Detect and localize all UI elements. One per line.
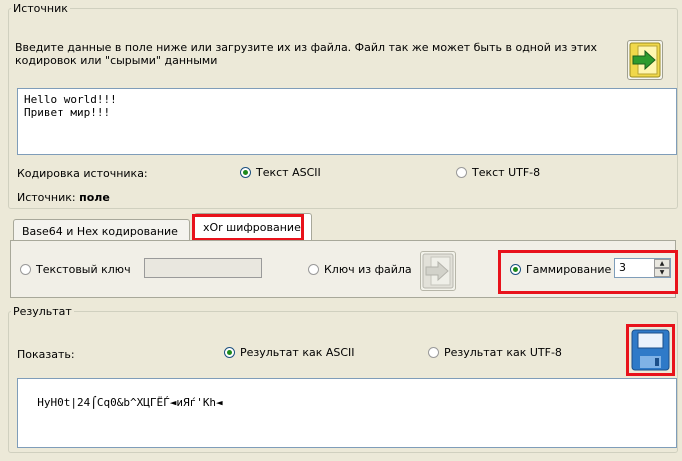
tab-base64-hex[interactable]: Base64 и Hex кодирование (13, 219, 190, 241)
result-output-field[interactable]: HyH0t|24⌠Cq0&b^ХЦГЁЃ◄иЯѓ'Kh◄ (17, 378, 677, 448)
xor-tab-highlight (192, 214, 304, 241)
result-utf8-radio[interactable]: Результат как UTF-8 (428, 346, 562, 359)
gamma-value: 3 (619, 261, 626, 274)
file-key-label: Ключ из файла (324, 263, 412, 276)
load-file-icon (629, 42, 661, 78)
tab-base64-hex-label: Base64 и Hex кодирование (22, 225, 178, 238)
source-encoding-label: Кодировка источника: (17, 167, 148, 180)
source-ascii-radio-dot (240, 167, 251, 178)
result-legend: Результат (13, 305, 72, 318)
text-key-radio[interactable]: Текстовый ключ (20, 263, 131, 276)
source-ascii-label: Текст ASCII (256, 166, 321, 179)
source-utf8-label: Текст UTF-8 (472, 166, 541, 179)
source-legend: Источник (13, 2, 68, 15)
text-key-label: Текстовый ключ (36, 263, 131, 276)
result-ascii-radio-dot (224, 347, 235, 358)
text-key-radio-dot (20, 264, 31, 275)
source-text-field[interactable]: Hello world!!! Привет мир!!! (17, 88, 677, 155)
source-text-line-2: Привет мир!!! (24, 106, 111, 119)
load-file-button[interactable] (627, 40, 663, 80)
source-origin: Источник: поле (17, 191, 110, 204)
key-file-button[interactable] (420, 251, 456, 291)
gamma-radio[interactable]: Гаммирование (510, 263, 611, 276)
source-utf8-radio-dot (456, 167, 467, 178)
floppy-disk-icon (631, 329, 670, 371)
result-ascii-label: Результат как ASCII (240, 346, 355, 359)
source-utf8-radio[interactable]: Текст UTF-8 (456, 166, 540, 179)
source-text-line-1: Hello world!!! (24, 93, 117, 106)
result-utf8-radio-dot (428, 347, 439, 358)
source-origin-value: поле (79, 191, 110, 204)
result-ascii-radio[interactable]: Результат как ASCII (224, 346, 355, 359)
file-key-radio[interactable]: Ключ из файла (308, 263, 412, 276)
result-show-label: Показать: (17, 348, 75, 361)
source-origin-label: Источник: (17, 191, 76, 204)
gamma-spin-up-button[interactable]: ▲ (654, 259, 670, 268)
gamma-spin-down-button[interactable]: ▼ (654, 268, 670, 277)
source-description: Введите данные в поле ниже или загрузите… (15, 41, 597, 67)
result-utf8-label: Результат как UTF-8 (444, 346, 562, 359)
text-key-input[interactable] (144, 258, 262, 278)
file-key-radio-dot (308, 264, 319, 275)
result-output-text: HyH0t|24⌠Cq0&b^ХЦГЁЃ◄иЯѓ'Kh◄ (37, 396, 223, 409)
save-result-button[interactable] (631, 329, 670, 371)
gamma-radio-dot (510, 264, 521, 275)
source-ascii-radio[interactable]: Текст ASCII (240, 166, 321, 179)
gamma-label: Гаммирование (526, 263, 612, 276)
key-file-icon (422, 253, 454, 289)
